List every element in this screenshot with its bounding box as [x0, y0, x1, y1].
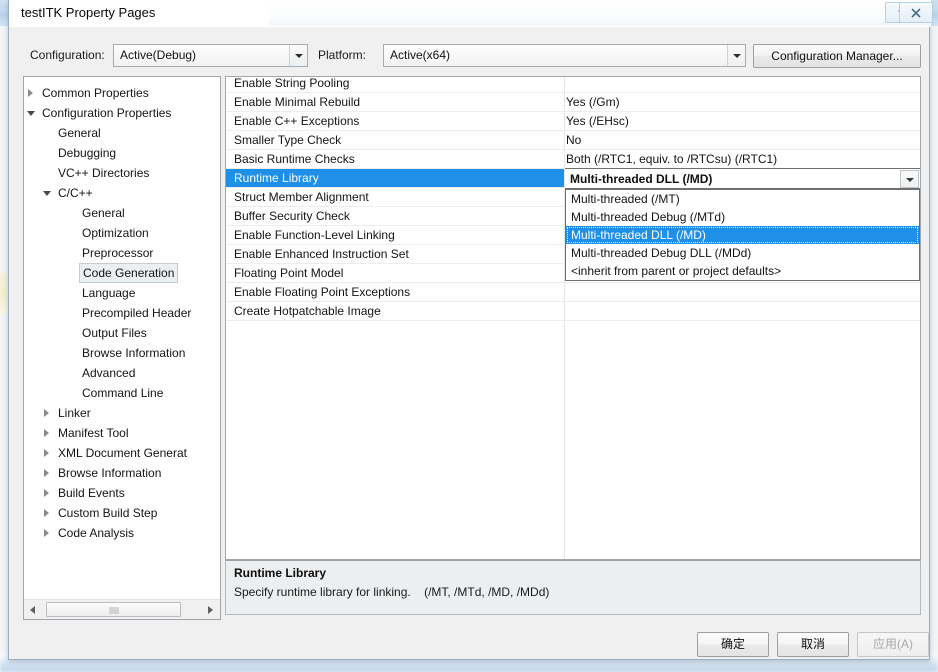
page-title: testITK Property Pages [21, 5, 156, 20]
expand-arrow-closed-icon[interactable] [28, 89, 33, 97]
tree-item-label: Common Properties [42, 86, 149, 100]
property-name: Enable Floating Point Exceptions [234, 285, 411, 299]
property-name: Enable String Pooling [234, 76, 350, 90]
tree-item-label: Custom Build Step [58, 506, 158, 520]
property-tree: Common Properties Configuration Propertie… [24, 77, 220, 599]
cancel-button[interactable]: 取消 [777, 632, 849, 657]
expand-arrow-closed-icon[interactable] [44, 509, 49, 517]
tree-item-label: Precompiled Header [82, 306, 192, 320]
dropdown-option[interactable]: Multi-threaded (/MT) [566, 190, 919, 208]
platform-select[interactable]: Active(x64) [383, 44, 746, 67]
tree-item-label: Output Files [82, 326, 147, 340]
expand-arrow-open-icon[interactable] [43, 191, 51, 196]
property-tree-panel: Common Properties Configuration Propertie… [23, 76, 221, 620]
tree-horizontal-scrollbar[interactable] [24, 599, 220, 619]
expand-arrow-closed-icon[interactable] [44, 529, 49, 537]
tree-item-label: Build Events [58, 486, 125, 500]
chevron-down-icon[interactable] [289, 45, 307, 66]
property-row[interactable]: Enable Floating Point Exceptions [226, 283, 920, 302]
tree-item-label: C/C++ [58, 186, 93, 200]
scrollbar-thumb[interactable] [46, 602, 181, 617]
apply-button[interactable]: 应用(A) [857, 632, 929, 657]
row-divider [226, 320, 920, 321]
description-pane: Runtime Library Specify runtime library … [225, 560, 921, 615]
property-row[interactable]: Smaller Type Check No [226, 131, 920, 150]
expand-arrow-closed-icon[interactable] [44, 449, 49, 457]
configuration-label: Configuration: [30, 48, 105, 62]
property-name: Enable Minimal Rebuild [234, 95, 361, 109]
ide-left-accent [0, 272, 7, 314]
close-icon [911, 7, 921, 18]
tree-item-label: Preprocessor [82, 246, 154, 260]
tree-item-label: Linker [58, 406, 91, 420]
property-grid: Enable String Pooling Enable Minimal Rebu… [225, 76, 921, 560]
description-title: Runtime Library [234, 566, 327, 580]
property-name: Floating Point Model [234, 266, 344, 280]
property-value[interactable]: Yes (/EHsc) [566, 114, 629, 128]
dropdown-option[interactable]: Multi-threaded Debug DLL (/MDd) [566, 244, 919, 262]
property-row[interactable]: Create Hotpatchable Image [226, 302, 920, 321]
tree-item-label: Browse Information [58, 466, 162, 480]
property-name: Enable Enhanced Instruction Set [234, 247, 409, 261]
tree-item-label: Code Analysis [58, 526, 135, 540]
chevron-down-icon[interactable] [900, 170, 919, 188]
tree-item-label: General [82, 206, 125, 220]
property-value[interactable]: No [566, 133, 581, 147]
runtime-library-dropdown-list[interactable]: Multi-threaded (/MT) Multi-threaded Debug… [565, 189, 920, 281]
dialog-title-bar: testITK Property Pages ? [9, 0, 933, 27]
platform-value: Active(x64) [390, 48, 451, 62]
runtime-library-value: Multi-threaded DLL (/MD) [570, 172, 713, 186]
dropdown-option[interactable]: <inherit from parent or project defaults… [566, 262, 919, 280]
expand-arrow-closed-icon[interactable] [44, 409, 49, 417]
tree-item-label: Manifest Tool [58, 426, 129, 440]
tree-item-label: Language [82, 286, 136, 300]
description-text: Specify runtime library for linking. (/M… [234, 585, 550, 599]
ide-left-strip [0, 26, 8, 672]
property-name: Enable C++ Exceptions [234, 114, 360, 128]
property-value[interactable]: Yes (/Gm) [566, 95, 620, 109]
property-name: Smaller Type Check [234, 133, 342, 147]
tree-item-label: Command Line [82, 386, 164, 400]
tree-item-label: XML Document Generat [58, 446, 187, 460]
platform-label: Platform: [318, 48, 367, 62]
scroll-right-icon[interactable] [202, 601, 219, 618]
close-button[interactable] [899, 2, 933, 23]
configuration-select[interactable]: Active(Debug) [113, 44, 308, 67]
property-row[interactable]: Enable String Pooling [226, 76, 920, 93]
tree-item-label: VC++ Directories [58, 166, 150, 180]
tree-item-label: Optimization [82, 226, 149, 240]
property-name: Create Hotpatchable Image [234, 304, 381, 318]
expand-arrow-open-icon[interactable] [27, 111, 35, 116]
tree-item-label: Browse Information [82, 346, 186, 360]
tree-item-label: Code Generation [79, 263, 179, 283]
tree-item-label: Advanced [82, 366, 136, 380]
expand-arrow-closed-icon[interactable] [44, 469, 49, 477]
property-row[interactable]: Basic Runtime Checks Both (/RTC1, equiv. … [226, 150, 920, 169]
property-row[interactable]: Enable C++ Exceptions Yes (/EHsc) [226, 112, 920, 131]
property-row[interactable]: Enable Minimal Rebuild Yes (/Gm) [226, 93, 920, 112]
ok-button[interactable]: 确定 [697, 632, 769, 657]
tree-item-label: Debugging [58, 146, 117, 160]
property-name: Struct Member Alignment [234, 190, 369, 204]
property-name: Buffer Security Check [234, 209, 350, 223]
tree-item-label: Configuration Properties [42, 106, 172, 120]
scroll-left-icon[interactable] [25, 601, 42, 618]
chevron-down-icon[interactable] [727, 45, 745, 66]
property-value[interactable]: Both (/RTC1, equiv. to /RTCsu) (/RTC1) [566, 152, 777, 166]
configuration-manager-button[interactable]: Configuration Manager... [753, 44, 921, 68]
property-pages-dialog: testITK Property Pages ? Configuration: … [8, 0, 933, 660]
property-name: Enable Function-Level Linking [234, 228, 395, 242]
dropdown-option[interactable]: Multi-threaded Debug (/MTd) [566, 208, 919, 226]
dropdown-option[interactable]: Multi-threaded DLL (/MD) [566, 226, 919, 244]
tree-item-label: General [58, 126, 101, 140]
expand-arrow-closed-icon[interactable] [44, 429, 49, 437]
property-name: Runtime Library [234, 171, 319, 185]
property-name: Basic Runtime Checks [234, 152, 355, 166]
configuration-value: Active(Debug) [120, 48, 197, 62]
expand-arrow-closed-icon[interactable] [44, 489, 49, 497]
runtime-library-value-editor[interactable]: Multi-threaded DLL (/MD) [565, 168, 920, 189]
